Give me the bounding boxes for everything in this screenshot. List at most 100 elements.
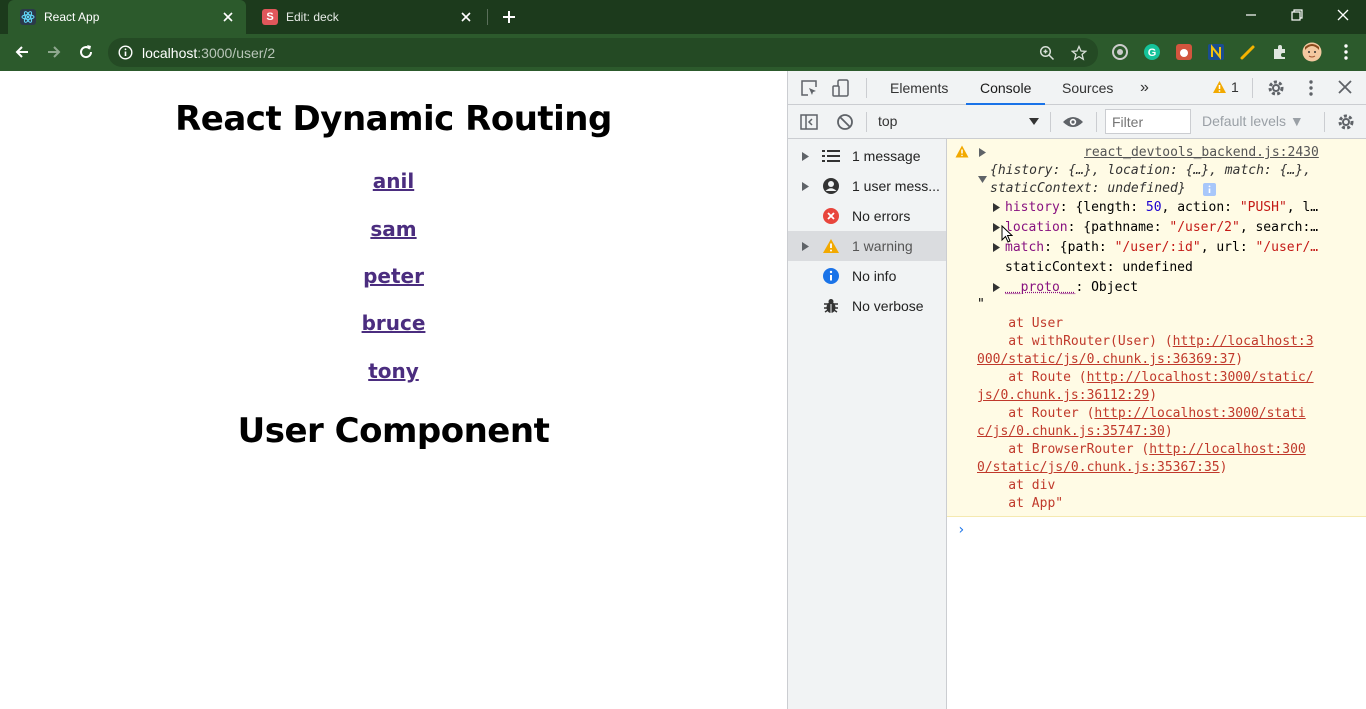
- stack-link[interactable]: 000/static/js/0.chunk.js:36369:37: [977, 352, 1235, 367]
- sidebar-item-info[interactable]: No info: [788, 261, 946, 291]
- tab-console[interactable]: Console: [966, 71, 1045, 105]
- window-close-icon[interactable]: [1320, 0, 1366, 30]
- stack-link[interactable]: js/0.chunk.js:36112:29: [977, 388, 1149, 403]
- avatar[interactable]: [1302, 42, 1322, 62]
- tab-edit-deck[interactable]: S Edit: deck: [250, 0, 484, 34]
- expand-arrow-icon[interactable]: [979, 148, 986, 157]
- sidebar-item-label: No verbose: [852, 298, 924, 314]
- prop-proto[interactable]: __proto__: Object: [1005, 280, 1138, 295]
- stack-link[interactable]: http://localhost:3: [1173, 334, 1314, 349]
- console-filter-input[interactable]: [1105, 109, 1191, 134]
- sidebar-item-label: No info: [852, 268, 896, 284]
- close-icon[interactable]: [456, 7, 476, 27]
- extension-red-icon[interactable]: [1174, 42, 1194, 62]
- minimize-icon[interactable]: [1228, 0, 1274, 30]
- user-link-anil[interactable]: anil: [0, 169, 787, 193]
- console-settings-gear-icon[interactable]: [1336, 112, 1356, 132]
- user-link-sam[interactable]: sam: [0, 217, 787, 241]
- back-icon[interactable]: [10, 40, 34, 64]
- highlighter-icon[interactable]: [1238, 42, 1258, 62]
- sidebar-item-messages[interactable]: 1 message: [788, 141, 946, 171]
- reload-icon[interactable]: [74, 40, 98, 64]
- user-link-bruce[interactable]: bruce: [0, 311, 787, 335]
- sidebar-toggle-icon[interactable]: [800, 113, 818, 131]
- chevron-down-icon[interactable]: [1029, 118, 1039, 126]
- settings-gear-icon[interactable]: [1266, 78, 1286, 98]
- close-icon[interactable]: [218, 7, 238, 27]
- extension-n-icon[interactable]: [1206, 42, 1226, 62]
- stack-link[interactable]: http://localhost:3000/static/: [1087, 370, 1314, 385]
- puzzle-icon[interactable]: [1270, 42, 1290, 62]
- divider: [866, 112, 867, 132]
- log-levels-dropdown[interactable]: Default levels ▼: [1202, 113, 1304, 129]
- warning-count-badge[interactable]: 1: [1212, 79, 1239, 95]
- sidebar-item-errors[interactable]: No errors: [788, 201, 946, 231]
- expand-arrow-icon[interactable]: [802, 152, 809, 161]
- stack-line: at App": [977, 496, 1063, 511]
- zoom-icon[interactable]: [1038, 44, 1056, 62]
- stack-link[interactable]: 0/static/js/0.chunk.js:35367:35: [977, 460, 1220, 475]
- object-summary[interactable]: {history: {…}, location: {…}, match: {…}…: [990, 163, 1311, 178]
- context-selector[interactable]: top: [878, 113, 897, 129]
- device-toolbar-icon[interactable]: [832, 79, 850, 97]
- stack-line: at Route (http://localhost:3000/static/: [977, 370, 1314, 385]
- info-icon[interactable]: [1203, 183, 1216, 196]
- divider: [866, 78, 867, 98]
- expand-arrow-icon[interactable]: [993, 243, 1000, 252]
- user-link-tony[interactable]: tony: [0, 359, 787, 383]
- s-letter-icon: S: [262, 9, 278, 25]
- more-tabs-button[interactable]: »: [1140, 71, 1149, 105]
- grammarly-icon[interactable]: G: [1142, 42, 1162, 62]
- tab-divider: [487, 9, 488, 25]
- stack-line: at div: [977, 478, 1055, 493]
- divider: [1050, 112, 1051, 132]
- stack-line: at Router (http://localhost:3000/stati: [977, 406, 1306, 421]
- expand-arrow-icon[interactable]: [802, 182, 809, 191]
- url-text: localhost:3000/user/2: [142, 45, 275, 61]
- devtools-menu-icon[interactable]: [1308, 79, 1314, 97]
- react-icon: [20, 9, 36, 25]
- expand-arrow-icon[interactable]: [993, 203, 1000, 212]
- stack-link[interactable]: c/js/0.chunk.js:35747:30: [977, 424, 1165, 439]
- expand-arrow-icon[interactable]: [993, 283, 1000, 292]
- live-expression-eye-icon[interactable]: [1062, 114, 1084, 130]
- sidebar-item-warnings[interactable]: 1 warning: [788, 231, 946, 261]
- tab-sources[interactable]: Sources: [1062, 71, 1113, 105]
- collapse-arrow-icon[interactable]: [978, 176, 987, 183]
- tab-title: Edit: deck: [286, 10, 456, 24]
- devtools-panel: Elements Console Sources » 1 top Filter …: [787, 71, 1366, 709]
- expand-arrow-icon[interactable]: [993, 223, 1000, 232]
- stack-link[interactable]: http://localhost:3000/stati: [1094, 406, 1305, 421]
- page-title: React Dynamic Routing: [0, 99, 787, 139]
- menu-kebab-icon[interactable]: [1336, 42, 1356, 62]
- prop-location[interactable]: location: {pathname: "/user/2", search:…: [1005, 220, 1318, 235]
- source-link[interactable]: react_devtools_backend.js:2430: [1084, 145, 1319, 160]
- address-bar[interactable]: localhost:3000/user/2: [108, 38, 1098, 67]
- inspect-element-icon[interactable]: [800, 79, 818, 97]
- console-sidebar: 1 message 1 user mess... No errors 1 war…: [788, 139, 947, 709]
- user-link-peter[interactable]: peter: [0, 264, 787, 288]
- tab-elements[interactable]: Elements: [890, 71, 948, 105]
- forward-icon[interactable]: [42, 40, 66, 64]
- prop-history[interactable]: history: {length: 50, action: "PUSH", l…: [1005, 200, 1318, 215]
- browser-toolbar: localhost:3000/user/2 G: [0, 34, 1366, 71]
- stack-link[interactable]: http://localhost:300: [1149, 442, 1306, 457]
- tab-react-app[interactable]: React App: [8, 0, 246, 34]
- extension-circle-icon[interactable]: [1110, 42, 1130, 62]
- sidebar-item-verbose[interactable]: No verbose: [788, 291, 946, 321]
- stack-line: at User: [977, 316, 1063, 331]
- bookmark-star-icon[interactable]: [1070, 44, 1088, 62]
- devtools-close-icon[interactable]: [1338, 80, 1352, 94]
- sidebar-item-user-messages[interactable]: 1 user mess...: [788, 171, 946, 201]
- sidebar-item-label: 1 user mess...: [852, 178, 940, 194]
- prop-match[interactable]: match: {path: "/user/:id", url: "/user/…: [1005, 240, 1318, 255]
- console-output: react_devtools_backend.js:2430 {history:…: [947, 139, 1366, 709]
- site-info-icon[interactable]: [118, 45, 133, 60]
- console-prompt[interactable]: ›: [957, 522, 965, 538]
- new-tab-icon[interactable]: [498, 6, 520, 28]
- restore-icon[interactable]: [1274, 0, 1320, 30]
- prop-static-context: staticContext: undefined: [1005, 260, 1193, 275]
- expand-arrow-icon[interactable]: [802, 242, 809, 251]
- clear-console-icon[interactable]: [836, 113, 854, 131]
- string-open-quote: ": [977, 297, 985, 312]
